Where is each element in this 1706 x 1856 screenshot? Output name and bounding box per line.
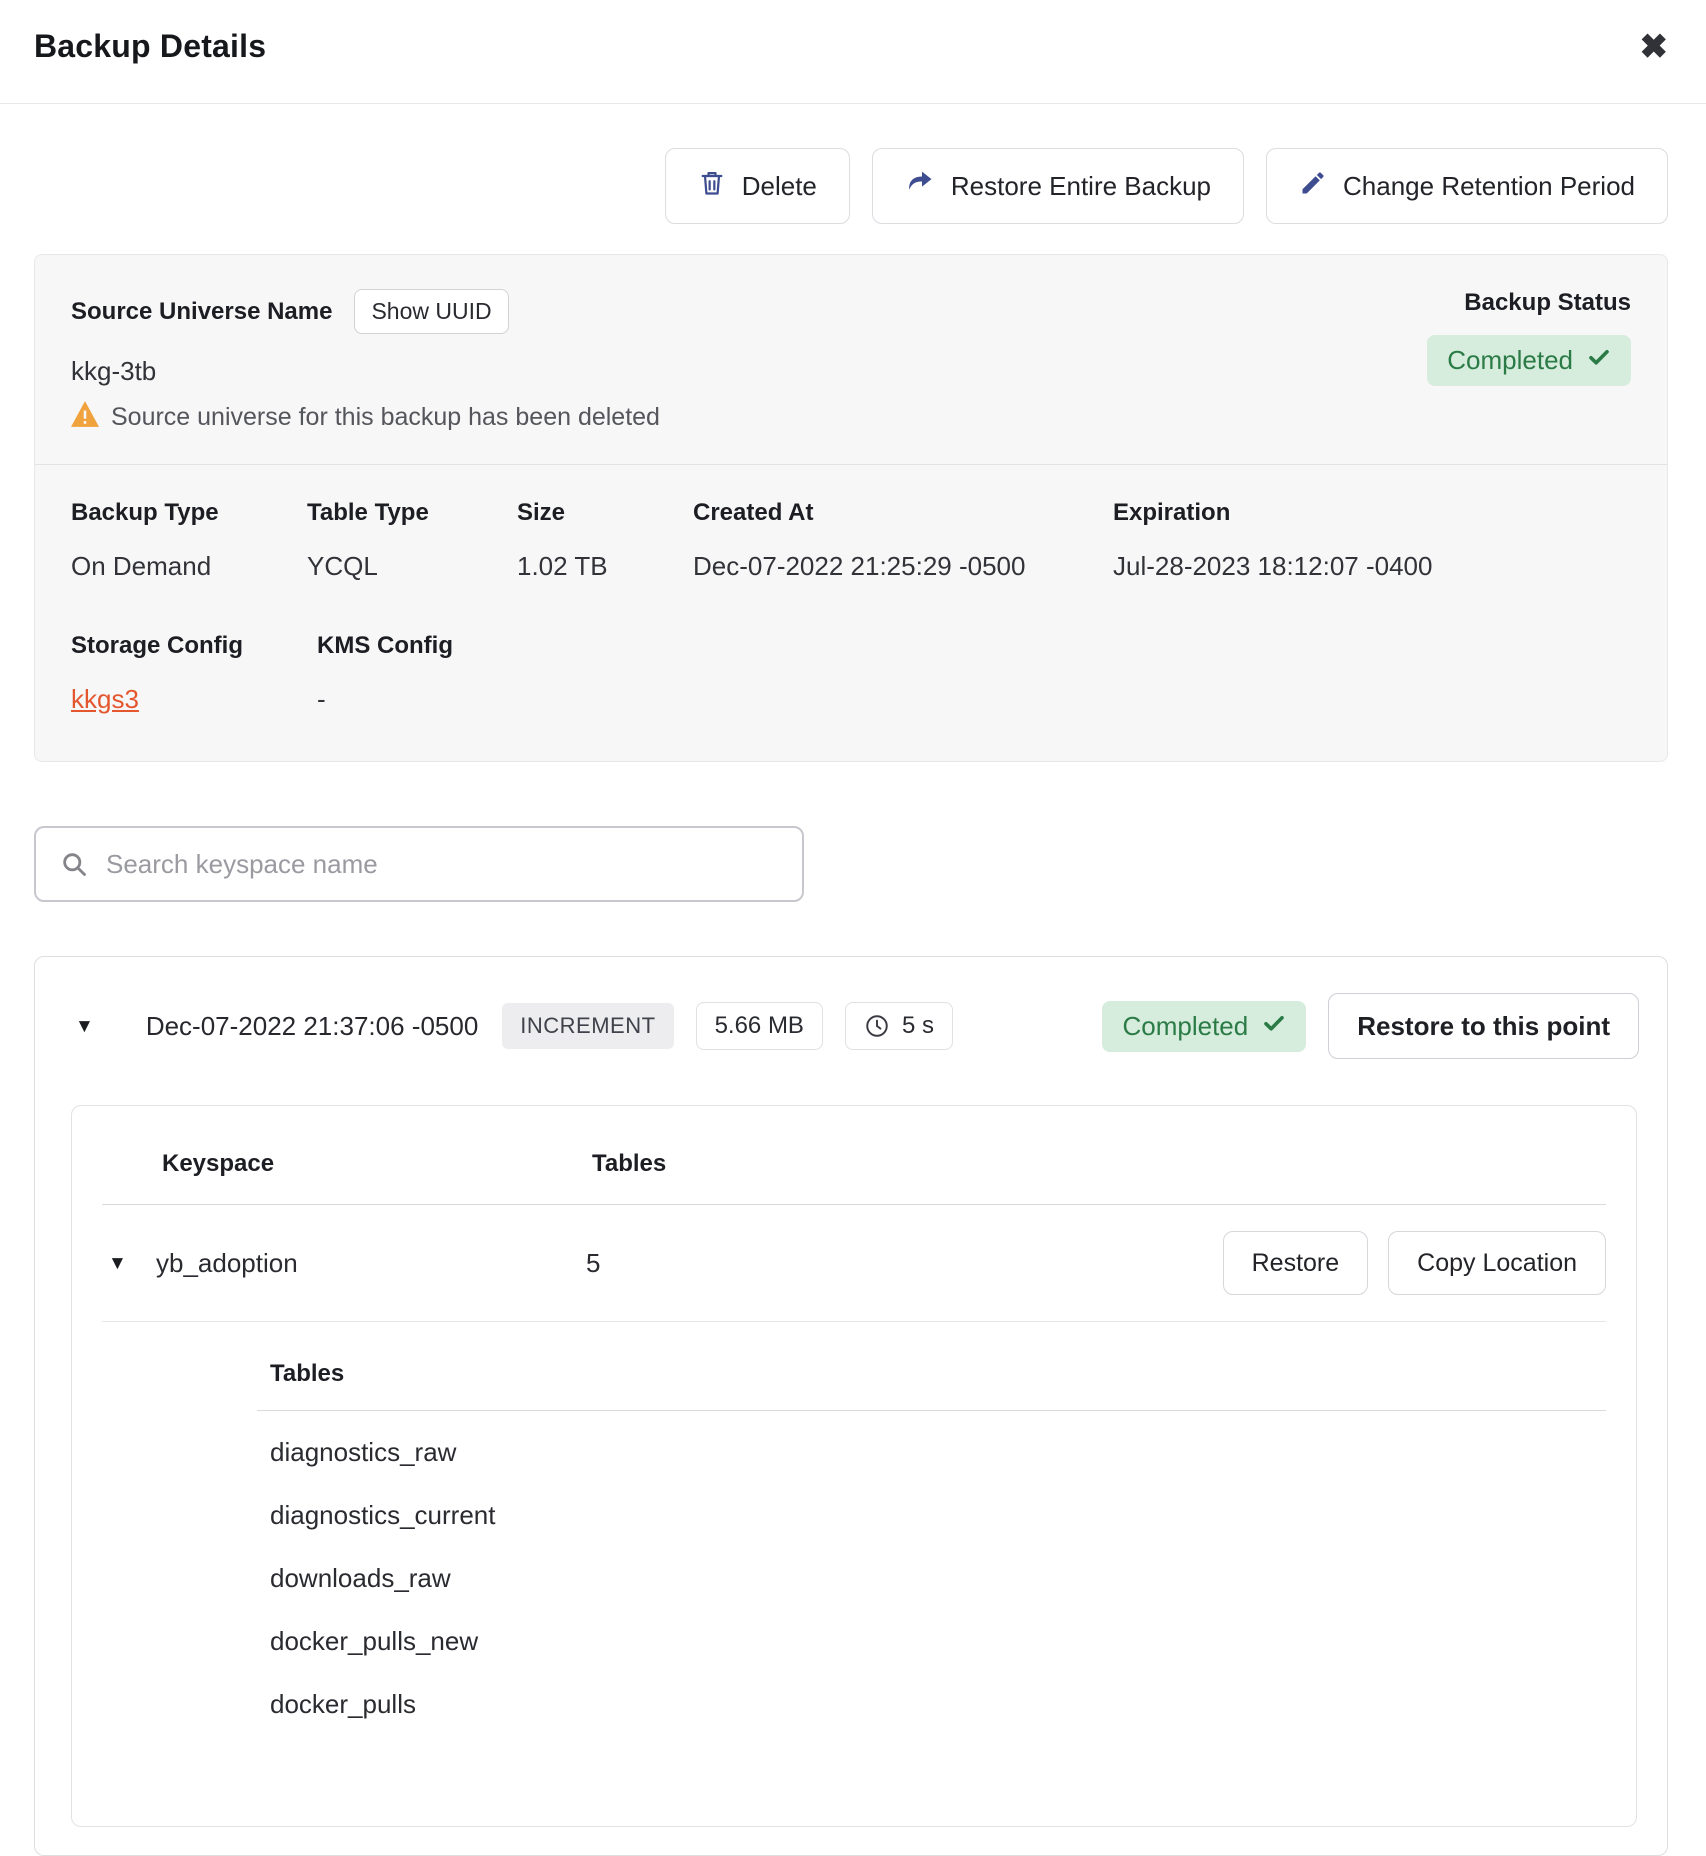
increment-status-badge: Completed xyxy=(1102,1001,1306,1052)
increment-duration-badge: 5 s xyxy=(845,1002,953,1050)
backup-type-field: Backup Type On Demand xyxy=(71,499,307,582)
keyspace-column-header: Keyspace xyxy=(162,1150,592,1178)
modal-header: Backup Details ✖ xyxy=(0,0,1706,104)
status-badge: Completed xyxy=(1427,335,1631,386)
created-at-value: Dec-07-2022 21:25:29 -0500 xyxy=(693,551,1113,582)
kms-config-value: - xyxy=(317,684,1631,715)
increment-size-badge: 5.66 MB xyxy=(696,1002,823,1050)
show-uuid-button[interactable]: Show UUID xyxy=(354,289,508,334)
increment-duration-text: 5 s xyxy=(902,1012,934,1040)
backup-type-label: Backup Type xyxy=(71,499,307,527)
pencil-icon xyxy=(1299,169,1327,204)
backup-status-label: Backup Status xyxy=(1464,289,1631,317)
storage-config-link[interactable]: kkgs3 xyxy=(71,684,139,714)
increment-status-text: Completed xyxy=(1122,1011,1248,1042)
restore-entire-backup-label: Restore Entire Backup xyxy=(951,171,1211,202)
copy-location-button[interactable]: Copy Location xyxy=(1388,1231,1606,1295)
created-at-label: Created At xyxy=(693,499,1113,527)
check-icon xyxy=(1262,1011,1286,1042)
chevron-down-icon[interactable]: ▼ xyxy=(102,1254,156,1273)
table-type-label: Table Type xyxy=(307,499,517,527)
restore-entire-backup-button[interactable]: Restore Entire Backup xyxy=(872,148,1244,224)
list-item: docker_pulls xyxy=(270,1673,1606,1736)
table-type-field: Table Type YCQL xyxy=(307,499,517,582)
universe-name: kkg-3tb xyxy=(71,356,660,387)
increment-type-badge: INCREMENT xyxy=(502,1003,673,1049)
list-item: docker_pulls_new xyxy=(270,1610,1606,1673)
storage-config-label: Storage Config xyxy=(71,632,317,660)
increment-backup-card: ▼ Dec-07-2022 21:37:06 -0500 INCREMENT 5… xyxy=(34,956,1668,1856)
source-universe-label: Source Universe Name xyxy=(71,298,332,326)
table-type-value: YCQL xyxy=(307,551,517,582)
list-item: diagnostics_raw xyxy=(270,1411,1606,1484)
keyspace-table-header: Keyspace Tables xyxy=(102,1106,1606,1205)
increment-timestamp: Dec-07-2022 21:37:06 -0500 xyxy=(146,1011,478,1042)
close-icon[interactable]: ✖ xyxy=(1638,28,1671,66)
nested-tables-list: diagnostics_raw diagnostics_current down… xyxy=(257,1411,1606,1736)
check-icon xyxy=(1587,345,1611,376)
nested-tables-section: Tables diagnostics_raw diagnostics_curre… xyxy=(257,1360,1606,1736)
expiration-label: Expiration xyxy=(1113,499,1631,527)
status-badge-text: Completed xyxy=(1447,345,1573,376)
search-input[interactable] xyxy=(106,849,778,880)
restore-button[interactable]: Restore xyxy=(1223,1231,1369,1295)
list-item: diagnostics_current xyxy=(270,1484,1606,1547)
nested-tables-header: Tables xyxy=(257,1360,1606,1411)
restore-to-this-point-button[interactable]: Restore to this point xyxy=(1328,993,1639,1059)
search-icon xyxy=(60,850,88,878)
backup-status-block: Backup Status Completed xyxy=(1427,289,1631,386)
delete-button[interactable]: Delete xyxy=(665,148,850,224)
restore-arrow-icon xyxy=(905,168,935,205)
size-label: Size xyxy=(517,499,693,527)
keyspace-name: yb_adoption xyxy=(156,1248,586,1279)
warning-text: Source universe for this backup has been… xyxy=(111,403,660,432)
page-title: Backup Details xyxy=(34,28,266,65)
action-bar: Delete Restore Entire Backup Change Rete… xyxy=(34,148,1668,224)
increment-header: ▼ Dec-07-2022 21:37:06 -0500 INCREMENT 5… xyxy=(35,957,1667,1059)
clock-icon xyxy=(864,1013,890,1039)
backup-type-value: On Demand xyxy=(71,551,307,582)
tables-column-header: Tables xyxy=(592,1150,666,1178)
kms-config-label: KMS Config xyxy=(317,632,1631,660)
table-count: 5 xyxy=(586,1248,600,1279)
keyspace-search xyxy=(34,826,804,902)
expiration-field: Expiration Jul-28-2023 18:12:07 -0400 xyxy=(1113,499,1631,582)
chevron-down-icon[interactable]: ▼ xyxy=(75,1017,94,1036)
expiration-value: Jul-28-2023 18:12:07 -0400 xyxy=(1113,551,1631,582)
keyspace-table: Keyspace Tables ▼ yb_adoption 5 Restore … xyxy=(71,1105,1637,1827)
delete-button-label: Delete xyxy=(742,171,817,202)
change-retention-period-label: Change Retention Period xyxy=(1343,171,1635,202)
table-row: ▼ yb_adoption 5 Restore Copy Location xyxy=(102,1205,1606,1322)
storage-config-field: Storage Config kkgs3 xyxy=(71,632,317,715)
backup-summary-panel: Source Universe Name Show UUID kkg-3tb S… xyxy=(34,254,1668,762)
source-universe-block: Source Universe Name Show UUID kkg-3tb S… xyxy=(71,289,660,434)
universe-deleted-warning: Source universe for this backup has been… xyxy=(71,401,660,434)
change-retention-period-button[interactable]: Change Retention Period xyxy=(1266,148,1668,224)
kms-config-field: KMS Config - xyxy=(317,632,1631,715)
list-item: downloads_raw xyxy=(270,1547,1606,1610)
size-value: 1.02 TB xyxy=(517,551,693,582)
created-at-field: Created At Dec-07-2022 21:25:29 -0500 xyxy=(693,499,1113,582)
size-field: Size 1.02 TB xyxy=(517,499,693,582)
warning-icon xyxy=(71,401,99,434)
trash-icon xyxy=(698,169,726,204)
